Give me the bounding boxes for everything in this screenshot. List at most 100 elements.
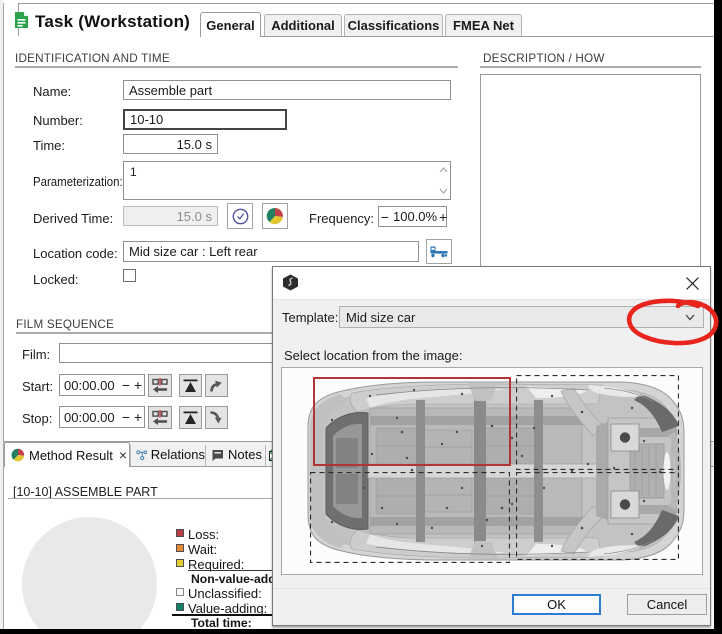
time-input[interactable]: 15.0 s xyxy=(123,134,218,154)
location-quadrant-left-front[interactable] xyxy=(516,375,679,470)
dialog-app-cube-icon xyxy=(282,274,299,291)
pie-chart-icon xyxy=(266,207,284,225)
locked-checkbox[interactable] xyxy=(123,269,136,282)
location-quadrant-right-rear[interactable] xyxy=(310,472,510,563)
tab-additional[interactable]: Additional xyxy=(264,14,342,36)
number-label: Number: xyxy=(33,113,83,128)
number-input[interactable]: 10-10 xyxy=(123,109,287,130)
legend-swatch-value-adding xyxy=(176,603,184,611)
template-value: Mid size car xyxy=(346,310,415,325)
cancel-button[interactable]: Cancel xyxy=(627,594,707,615)
tab-notes-label: Notes xyxy=(228,447,262,462)
identification-section-title: IDENTIFICATION AND TIME xyxy=(15,52,170,65)
legend-swatch-loss xyxy=(176,529,184,537)
name-input[interactable]: Assemble part xyxy=(123,80,451,100)
stop-label: Stop: xyxy=(22,411,52,426)
parameterization-value: 1 xyxy=(130,165,137,179)
tab-separator xyxy=(205,445,206,466)
window-left-border xyxy=(3,3,4,629)
legend-label-wait: Wait: xyxy=(188,542,217,557)
app-window: Task (Workstation) General Additional Cl… xyxy=(0,0,722,634)
scroll-down-icon[interactable] xyxy=(436,185,450,197)
frequency-label: Frequency: xyxy=(309,211,374,226)
template-combobox[interactable]: Mid size car xyxy=(339,306,704,328)
tab-general-label: General xyxy=(206,18,254,33)
dialog-footer-separator xyxy=(273,588,710,589)
scroll-up-icon[interactable] xyxy=(436,164,450,176)
stop-from-film-button[interactable] xyxy=(148,406,172,429)
dialog-close-icon[interactable] xyxy=(685,276,701,292)
stop-minus-icon[interactable]: − xyxy=(120,409,132,425)
start-from-film-button[interactable] xyxy=(148,374,172,397)
stop-jump-button[interactable] xyxy=(205,406,228,429)
legend-label-unclassified: Unclassified: xyxy=(188,586,262,601)
legend-swatch-unclassified xyxy=(176,588,184,596)
dialog-titlebar[interactable] xyxy=(273,267,710,300)
frequency-minus-icon[interactable]: − xyxy=(379,209,391,225)
tab-relations[interactable]: Relations xyxy=(130,442,205,467)
stop-plus-icon[interactable]: + xyxy=(132,409,144,425)
derived-time-label: Derived Time: xyxy=(33,211,113,226)
film-position-left-icon xyxy=(152,410,168,426)
description-section-title: DESCRIPTION / HOW xyxy=(483,52,605,65)
task-document-icon xyxy=(14,11,29,29)
location-code-input[interactable]: Mid size car : Left rear xyxy=(123,241,419,262)
clock-button[interactable] xyxy=(227,203,253,229)
pie-chart-button[interactable] xyxy=(262,203,288,229)
name-label: Name: xyxy=(33,84,71,99)
legend-sum-line xyxy=(188,570,272,571)
film-position-left-icon xyxy=(152,378,168,394)
frequency-stepper[interactable]: − 100.0% + xyxy=(378,206,447,227)
tab-separator xyxy=(130,445,131,466)
tab-fmea-net-label: FMEA Net xyxy=(453,18,514,33)
derived-time-value: 15.0 s xyxy=(177,209,212,224)
tab-general[interactable]: General xyxy=(200,12,261,37)
start-plus-icon[interactable]: + xyxy=(132,377,144,393)
start-jump-button[interactable] xyxy=(205,374,228,397)
tab-keyline xyxy=(261,36,714,37)
editor-top-border xyxy=(18,3,714,4)
location-quadrant-right-front[interactable] xyxy=(516,472,679,560)
start-minus-icon[interactable]: − xyxy=(120,377,132,393)
identification-section-rule xyxy=(15,66,458,68)
parameterization-textarea[interactable]: 1 xyxy=(123,161,451,200)
derived-time-input: 15.0 s xyxy=(123,206,218,226)
start-time-stepper[interactable]: 00:00.00 − + xyxy=(59,374,145,396)
location-image-box xyxy=(281,367,703,575)
frequency-plus-icon[interactable]: + xyxy=(437,209,449,225)
location-quadrant-left-rear[interactable] xyxy=(313,377,511,466)
stop-go-to-marker-button[interactable] xyxy=(179,406,202,429)
template-label: Template: xyxy=(282,310,338,325)
screen-edge-bottom xyxy=(0,629,722,634)
method-result-heading: [10-10] ASSEMBLE PART xyxy=(13,485,158,499)
location-picker-button[interactable] xyxy=(426,239,452,264)
tab-close-icon[interactable]: × xyxy=(119,447,127,463)
clock-icon xyxy=(232,208,249,225)
ok-button-label: OK xyxy=(547,597,566,612)
time-label: Time: xyxy=(33,138,65,153)
relations-icon xyxy=(136,448,147,462)
start-label: Start: xyxy=(22,379,53,394)
location-code-label: Location code: xyxy=(33,246,118,261)
legend-label-total-time: Total time: xyxy=(191,616,252,630)
locked-label: Locked: xyxy=(33,272,79,287)
tab-additional-label: Additional xyxy=(271,18,335,33)
tab-fmea-net[interactable]: FMEA Net xyxy=(445,14,522,36)
legend-label-non-value-adding: Non-value-addi xyxy=(191,572,279,586)
start-go-to-marker-button[interactable] xyxy=(179,374,202,397)
marker-top-icon xyxy=(183,411,198,425)
stop-time-stepper[interactable]: 00:00.00 − + xyxy=(59,406,145,428)
name-value: Assemble part xyxy=(129,83,212,98)
page-title: Task (Workstation) xyxy=(35,12,190,32)
number-value: 10-10 xyxy=(130,112,163,127)
location-dialog: Template: Mid size car Select location f… xyxy=(272,266,711,626)
curved-arrow-up-icon xyxy=(209,378,224,393)
tab-method-result[interactable]: Method Result × xyxy=(4,442,130,467)
chevron-down-icon xyxy=(685,314,695,321)
tab-notes[interactable]: Notes xyxy=(205,442,265,467)
time-value: 15.0 s xyxy=(177,137,212,152)
film-label: Film: xyxy=(22,347,50,362)
tab-classifications[interactable]: Classifications xyxy=(344,14,443,36)
location-code-value: Mid size car : Left rear xyxy=(129,244,258,259)
ok-button[interactable]: OK xyxy=(512,594,601,615)
